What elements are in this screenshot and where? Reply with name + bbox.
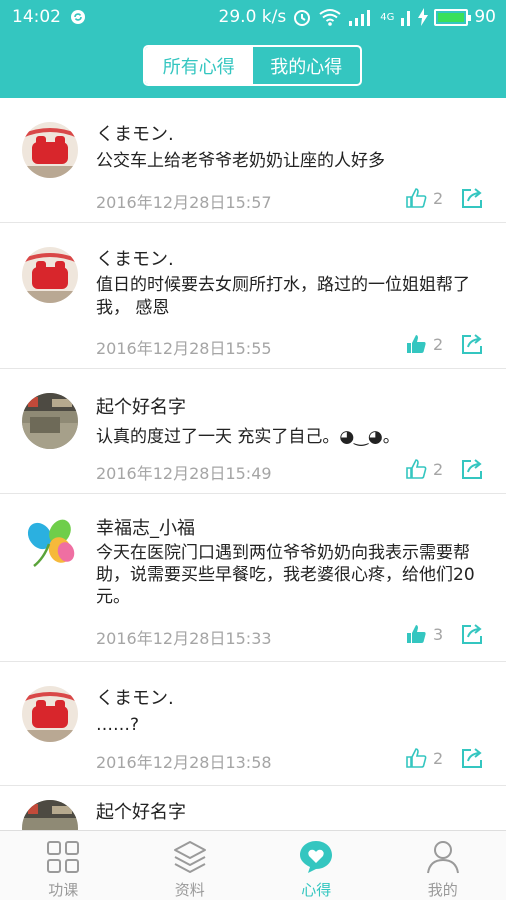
sync-icon xyxy=(71,10,85,24)
post-author[interactable]: くまモン. xyxy=(96,684,174,710)
thumbs-up-icon xyxy=(406,748,427,768)
like-count: 2 xyxy=(433,334,444,354)
post-author[interactable]: 起个好名字 xyxy=(96,798,186,824)
post-time: 2016年12月28日15:33 xyxy=(96,629,272,648)
thumbs-up-icon xyxy=(406,188,427,208)
post-time: 2016年12月28日15:55 xyxy=(96,339,272,358)
tab-all-posts[interactable]: 所有心得 xyxy=(145,47,253,84)
avatar[interactable] xyxy=(22,800,78,830)
like-count: 2 xyxy=(433,459,444,479)
battery-level: 90 xyxy=(474,7,496,27)
clover-logo-image xyxy=(27,519,75,567)
post-author[interactable]: くまモン. xyxy=(96,245,174,271)
post-author[interactable]: くまモン. xyxy=(96,120,174,146)
avatar[interactable] xyxy=(22,122,78,178)
post-time: 2016年12月28日15:57 xyxy=(96,193,272,212)
segment-control: 所有心得 我的心得 xyxy=(143,45,362,86)
post-author[interactable]: 幸福志_小福 xyxy=(96,514,195,540)
status-time: 14:02 xyxy=(12,7,61,27)
tab-label: 心得 xyxy=(301,881,332,899)
tab-profile[interactable]: 我的 xyxy=(380,831,506,900)
avatar[interactable] xyxy=(22,393,78,449)
post-item[interactable]: 幸福志_小福 今天在医院门口遇到两位爷爷奶奶向我表示需要帮助，说需要买些早餐吃，… xyxy=(0,494,506,662)
charging-icon xyxy=(418,8,429,26)
like-button[interactable]: 2 xyxy=(405,333,443,355)
alarm-icon xyxy=(294,10,311,26)
net-speed: 29.0 k/s xyxy=(218,7,287,27)
avatar[interactable] xyxy=(22,686,78,742)
grid-icon xyxy=(47,841,80,873)
post-content: 认真的度过了一天 充实了自己。◕‿◕。 xyxy=(96,427,400,447)
share-icon[interactable] xyxy=(460,623,485,646)
post-content: 公交车上给老爷爷老奶奶让座的人好多 xyxy=(96,151,385,171)
post-time: 2016年12月28日15:49 xyxy=(96,464,272,483)
share-icon[interactable] xyxy=(460,458,485,481)
share-icon[interactable] xyxy=(460,187,485,210)
post-content: 今天在医院门口遇到两位爷爷奶奶向我表示需要帮助，说需要买些早餐吃，我老婆很心疼，… xyxy=(96,543,475,607)
thumbs-up-icon xyxy=(406,459,427,479)
signal-icon-2 xyxy=(401,11,411,26)
post-time: 2016年12月28日13:58 xyxy=(96,753,272,772)
avatar-room-photo-image xyxy=(22,800,78,830)
tab-label: 资料 xyxy=(174,881,205,899)
post-content: 值日的时候要去女厕所打水，路过的一位姐姐帮了我， 感恩 xyxy=(96,275,470,318)
person-icon xyxy=(426,841,459,874)
tab-label: 我的 xyxy=(427,881,458,899)
post-item[interactable]: 起个好名字 xyxy=(0,786,506,830)
network-type: 4G xyxy=(380,11,395,23)
avatar[interactable] xyxy=(22,514,78,570)
status-bar: 14:02 29.0 k/s 4G 90 xyxy=(0,0,506,34)
bottom-tab-bar: 功课 资料 心得 我的 xyxy=(0,830,506,900)
like-button[interactable]: 2 xyxy=(405,187,443,209)
signal-icon xyxy=(349,10,371,26)
avatar-red-figure-image xyxy=(22,247,78,303)
share-icon[interactable] xyxy=(460,747,485,770)
wifi-icon xyxy=(319,9,341,26)
status-right: 29.0 k/s 4G 90 xyxy=(219,6,496,28)
avatar-red-figure-image xyxy=(22,122,78,178)
post-item[interactable]: くまモン. 值日的时候要去女厕所打水，路过的一位姐姐帮了我， 感恩 2016年1… xyxy=(0,223,506,369)
post-item[interactable]: くまモン. 公交车上给老爷爷老奶奶让座的人好多 2016年12月28日15:57… xyxy=(0,98,506,223)
tab-materials[interactable]: 资料 xyxy=(127,831,254,900)
tab-insights[interactable]: 心得 xyxy=(253,831,380,900)
app-header: 14:02 29.0 k/s 4G 90 所有心得 我的心得 xyxy=(0,0,506,98)
battery-icon xyxy=(434,8,472,26)
post-item[interactable]: 起个好名字 认真的度过了一天 充实了自己。◕‿◕。 2016年12月28日15:… xyxy=(0,369,506,494)
tab-my-posts[interactable]: 我的心得 xyxy=(253,47,361,84)
post-list[interactable]: くまモン. 公交车上给老爷爷老奶奶让座的人好多 2016年12月28日15:57… xyxy=(0,98,506,830)
layers-icon xyxy=(173,841,206,873)
avatar-room-photo-image xyxy=(22,393,78,449)
tab-label: 功课 xyxy=(48,881,79,899)
like-count: 2 xyxy=(433,748,444,768)
post-item[interactable]: くまモン. ……? 2016年12月28日13:58 2 xyxy=(0,662,506,786)
like-count: 2 xyxy=(433,188,444,208)
heart-bubble-icon xyxy=(300,841,333,873)
avatar[interactable] xyxy=(22,247,78,303)
post-content: ……? xyxy=(96,715,140,735)
like-button[interactable]: 3 xyxy=(405,623,443,645)
tab-homework[interactable]: 功课 xyxy=(0,831,127,900)
thumbs-up-filled-icon xyxy=(407,335,426,353)
thumbs-up-filled-icon xyxy=(407,625,426,643)
like-button[interactable]: 2 xyxy=(405,458,443,480)
like-button[interactable]: 2 xyxy=(405,747,443,769)
post-author[interactable]: 起个好名字 xyxy=(96,393,186,419)
share-icon[interactable] xyxy=(460,333,485,356)
like-count: 3 xyxy=(433,624,444,644)
avatar-red-figure-image xyxy=(22,686,78,742)
